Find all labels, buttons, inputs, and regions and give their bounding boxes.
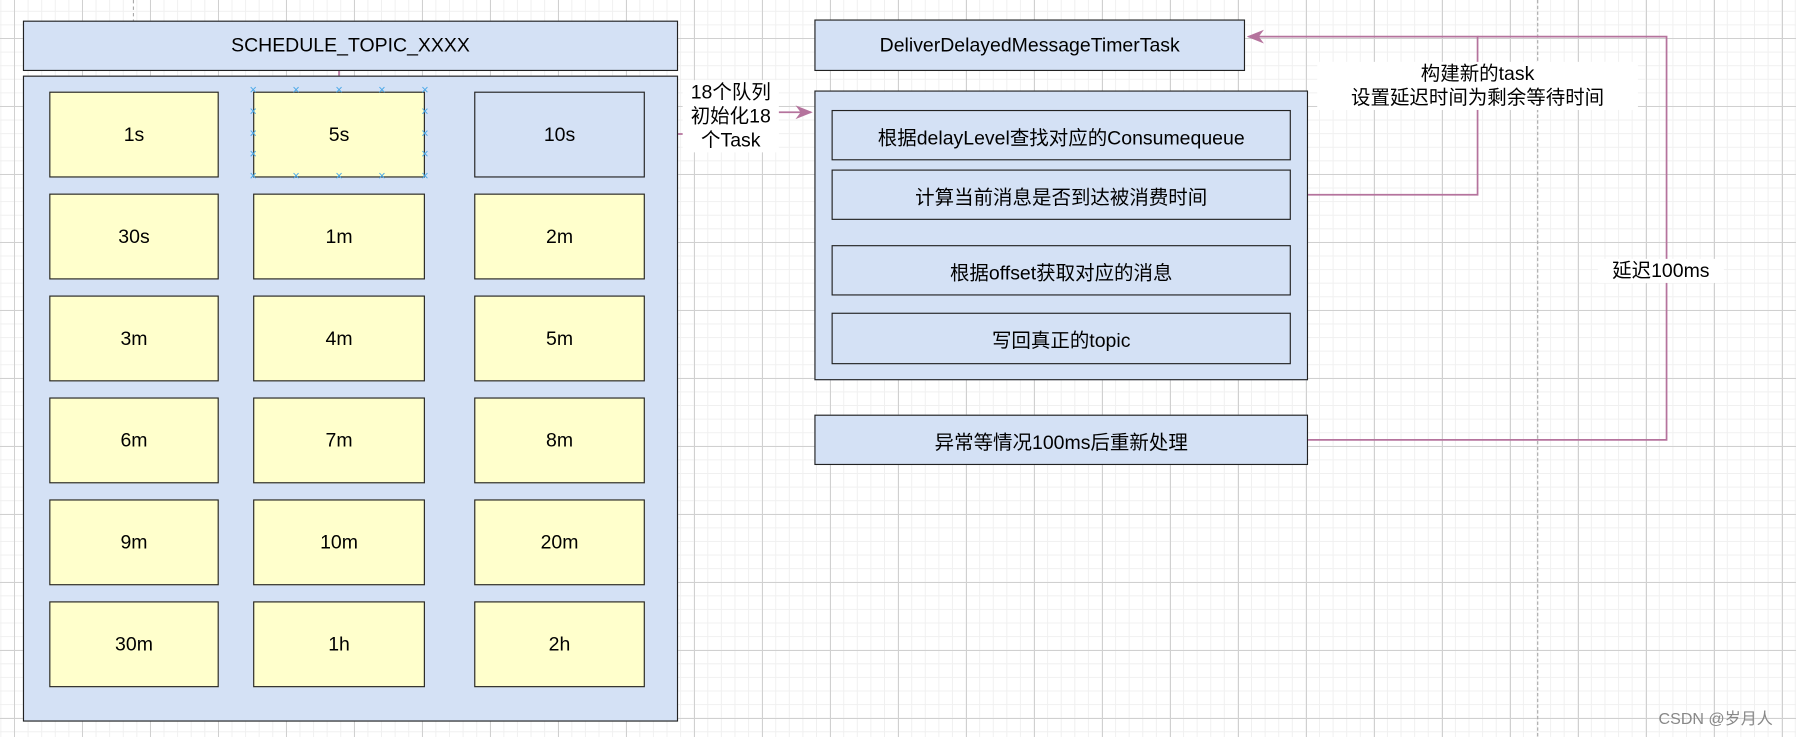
selection-handle-icon[interactable]: × (247, 170, 258, 184)
rebuild-label: 构建新的task 设置延迟时间为剩余等待时间 (1317, 61, 1638, 110)
delay-level-cell[interactable]: 2m (474, 193, 645, 280)
delay-level-cell[interactable]: 10m (253, 499, 425, 586)
delay-level-cell[interactable]: 30m (49, 601, 219, 688)
delay-level-cell[interactable]: 30s (49, 193, 219, 280)
selection-handle-icon[interactable]: × (290, 170, 301, 184)
delay-level-cell[interactable]: 10s (474, 91, 645, 178)
init-label: 18个队列 初始化18 个Task (682, 80, 779, 153)
selection-handle-icon[interactable]: × (376, 84, 387, 98)
delay-label: 延迟100ms (1597, 258, 1724, 283)
retry-box: 异常等情况100ms后重新处理 (814, 414, 1309, 466)
selection-handle-icon[interactable]: × (419, 127, 430, 141)
topic-header: SCHEDULE_TOPIC_XXXX (22, 20, 679, 72)
selection-handle-icon[interactable]: × (376, 170, 387, 184)
delay-level-cell[interactable]: 1s (49, 91, 219, 178)
delay-level-cell[interactable]: 2h (474, 601, 645, 688)
delay-level-cell[interactable]: 8m (474, 397, 645, 484)
selection-handle-icon[interactable]: × (247, 127, 258, 141)
selection-handle-icon[interactable]: × (419, 170, 430, 184)
delay-level-cell[interactable]: 9m (49, 499, 219, 586)
delay-level-cell[interactable]: 6m (49, 397, 219, 484)
watermark: CSDN @岁月人 (1658, 709, 1773, 728)
delay-level-cell[interactable]: 7m (253, 397, 425, 484)
delay-level-cell[interactable]: 5s (253, 91, 425, 178)
selection-handle-icon[interactable]: × (333, 84, 344, 98)
selection-handle-icon[interactable]: × (247, 149, 258, 162)
selection-handle-icon[interactable]: × (247, 84, 258, 98)
delay-level-cell[interactable]: 4m (253, 295, 425, 382)
delay-level-cell[interactable]: 20m (474, 499, 645, 586)
delay-level-cell[interactable]: 3m (49, 295, 219, 382)
selection-handle-icon[interactable]: × (419, 84, 430, 98)
delay-level-cell[interactable]: 1m (253, 193, 425, 280)
diagram-canvas: SCHEDULE_TOPIC_XXXX 1s 5s × × × × × × × × × × × × × × × ×… (0, 0, 1796, 737)
step-box: 根据delayLevel查找对应的Consumequeue (831, 109, 1291, 161)
selection-handle-icon[interactable]: × (419, 149, 430, 162)
selection-handle-icon[interactable]: × (419, 106, 430, 119)
timer-task-box: DeliverDelayedMessageTimerTask (814, 19, 1246, 72)
delay-level-cell[interactable]: 1h (253, 601, 425, 688)
step-box: 根据offset获取对应的消息 (831, 245, 1291, 296)
selection-handle-icon[interactable]: × (333, 170, 344, 184)
step-box: 写回真正的topic (831, 312, 1291, 365)
delay-level-cell[interactable]: 5m (474, 295, 645, 382)
selection-handle-icon[interactable]: × (247, 106, 258, 119)
step-box: 计算当前消息是否到达被消费时间 (831, 169, 1291, 220)
selection-handle-icon[interactable]: × (290, 84, 301, 98)
